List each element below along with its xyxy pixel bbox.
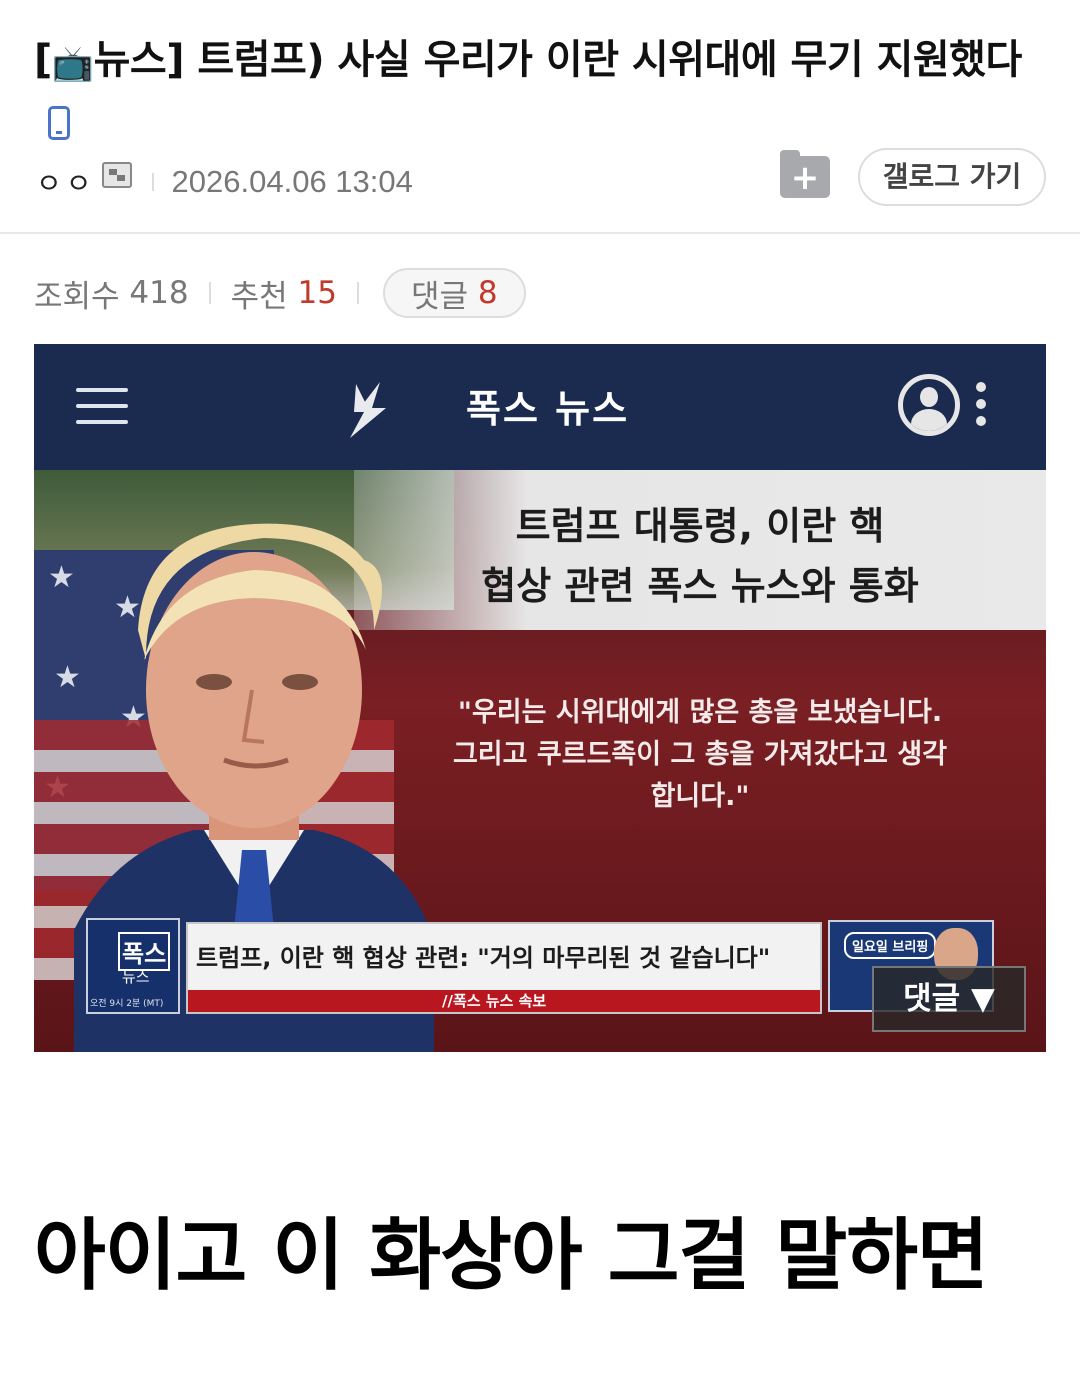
- caption-line: 협상 관련 폭스 뉴스와 통화: [481, 564, 919, 608]
- embedded-news-image[interactable]: 폭스 뉴스 ★ ★ ★ ★ ★ ★ 트럼프 대통령, 이란 핵 협상 관련 폭스…: [34, 344, 1046, 1052]
- post-meta: ㅇㅇ 2026.04.06 13:04: [36, 160, 413, 204]
- post-title: [📺뉴스] 트럼프) 사실 우리가 이란 시위대에 무기 지원했다: [34, 30, 1044, 154]
- news-caption: 트럼프 대통령, 이란 핵 협상 관련 폭스 뉴스와 통화: [390, 496, 1010, 616]
- comment-count: 8: [477, 275, 498, 311]
- hamburger-icon: [76, 388, 128, 424]
- fox-news-logo: 폭스 뉴스 오전 9시 2분 (MT): [86, 918, 180, 1014]
- caption-line: 트럼프 대통령, 이란 핵: [515, 504, 885, 548]
- quote-line: 합니다.": [650, 781, 750, 812]
- news-lower-third: 폭스 뉴스 오전 9시 2분 (MT) 트럼프, 이란 핵 협상 관련: "거의…: [86, 918, 994, 1016]
- news-quote: "우리는 시위대에게 많은 총을 보냈습니다. 그리고 쿠르드족이 그 총을 가…: [390, 692, 1010, 818]
- post-date: 2026.04.06 13:04: [171, 164, 413, 199]
- comment-jump-button[interactable]: 댓글 ▼: [872, 966, 1026, 1032]
- recommend-count: 15: [297, 275, 337, 311]
- recommend-label: 추천: [230, 278, 288, 315]
- profile-icon: [898, 374, 960, 436]
- title-text: 뉴스] 트럼프) 사실 우리가 이란 시위대에 무기 지원했다: [93, 37, 1023, 83]
- logo-sub: 뉴스: [122, 968, 150, 986]
- logo-time: 오전 9시 2분 (MT): [90, 999, 164, 1009]
- meta-divider: [151, 173, 154, 191]
- quote-line: 그리고 쿠르드족이 그 총을 가져갔다고 생각: [452, 739, 948, 770]
- thumb-badge: 일요일 브리핑: [844, 932, 937, 959]
- kebab-menu-icon: [976, 382, 988, 430]
- quote-line: "우리는 시위대에게 많은 총을 보냈습니다.: [457, 697, 943, 728]
- post-stats: 조회수 418 추천 15 댓글 8: [34, 266, 526, 320]
- author-badge-icon: [101, 162, 132, 188]
- folder-add-button[interactable]: +: [780, 150, 830, 198]
- breaking-label: //폭스 뉴스 속보: [442, 992, 547, 1010]
- news-scene: ★ ★ ★ ★ ★ ★ 트럼프 대통령, 이란 핵 협상 관련 폭스 뉴스와 통…: [34, 470, 1046, 1052]
- post-body-text: 아이고 이 화상아 그걸 말하면: [34, 1211, 989, 1301]
- title-bracket: [: [34, 37, 52, 83]
- header-divider: [0, 232, 1080, 234]
- stats-divider: [208, 282, 211, 304]
- news-app-title: 폭스 뉴스: [466, 387, 630, 431]
- news-app-bar: 폭스 뉴스: [34, 344, 1046, 470]
- gallog-button[interactable]: 갤로그 가기: [858, 148, 1046, 206]
- tv-icon: 📺: [51, 44, 94, 84]
- views-count: 418: [129, 275, 189, 311]
- folder-add-icon: +: [790, 158, 820, 198]
- comment-label: 댓글: [410, 278, 468, 315]
- news-headline: 트럼프, 이란 핵 협상 관련: "거의 마무리된 것 같습니다": [196, 944, 771, 972]
- comment-count-button[interactable]: 댓글 8: [382, 268, 526, 318]
- stats-divider: [356, 282, 359, 304]
- headline-box: 트럼프, 이란 핵 협상 관련: "거의 마무리된 것 같습니다" //폭스 뉴…: [186, 922, 822, 1014]
- author-name[interactable]: ㅇㅇ: [36, 162, 96, 202]
- phone-icon: [48, 106, 70, 140]
- fox-logo-icon: [350, 382, 386, 438]
- views-label: 조회수: [34, 278, 120, 315]
